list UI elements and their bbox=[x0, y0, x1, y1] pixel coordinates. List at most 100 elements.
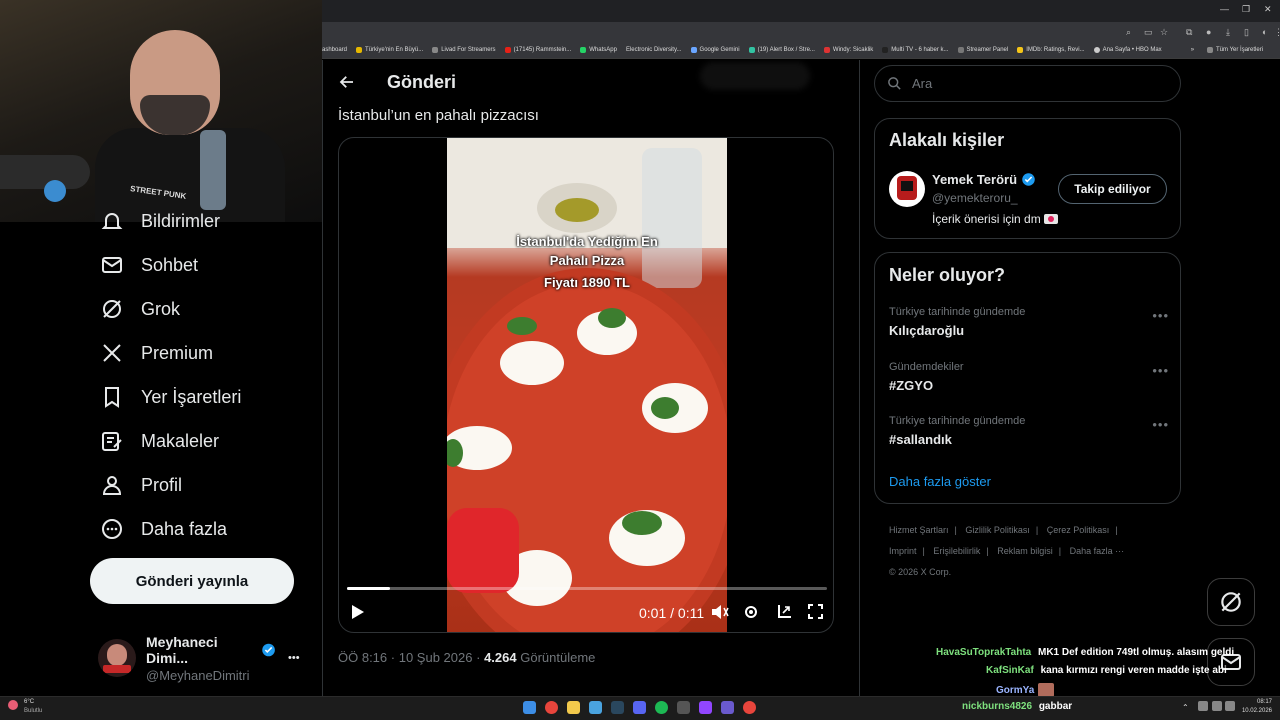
play-icon[interactable] bbox=[351, 604, 365, 623]
trend-item[interactable]: Türkiye tarihinde gündemde #sallandık ••… bbox=[889, 415, 1169, 447]
discord-icon[interactable] bbox=[633, 701, 646, 714]
volume-icon[interactable] bbox=[711, 604, 729, 623]
webcam-overlay: STREET PUNK bbox=[0, 0, 322, 222]
nav-chat[interactable]: Sohbet bbox=[100, 250, 198, 280]
bookmark-item[interactable]: (17145) Rammstein... bbox=[504, 47, 571, 53]
pip-icon[interactable] bbox=[776, 604, 792, 623]
avatar[interactable] bbox=[889, 171, 925, 207]
nav-grok[interactable]: Grok bbox=[100, 294, 180, 324]
profile-icon[interactable]: ● bbox=[1206, 27, 1211, 37]
tray-icon[interactable] bbox=[1198, 701, 1208, 711]
download-icon[interactable]: ⤓ bbox=[1226, 27, 1230, 38]
tray-chevron-icon[interactable]: ⌃ bbox=[1182, 703, 1189, 712]
page-title: Gönderi bbox=[387, 72, 457, 92]
steam-icon[interactable] bbox=[611, 701, 624, 714]
back-arrow-icon[interactable] bbox=[338, 73, 356, 96]
bookmark-item[interactable]: Multi TV - 6 haber k... bbox=[882, 47, 949, 53]
meta-separator: · bbox=[390, 650, 396, 665]
nav-notifications[interactable]: Bildirimler bbox=[100, 206, 220, 236]
footer-link[interactable]: Gizlilik Politikası bbox=[965, 525, 1030, 535]
account-name: Meyhaneci Dimi... bbox=[146, 633, 218, 666]
footer-link[interactable]: Imprint bbox=[889, 546, 917, 556]
nav-articles[interactable]: Makaleler bbox=[100, 426, 219, 456]
spotify-icon[interactable] bbox=[655, 701, 668, 714]
footer-link[interactable]: Daha fazla ··· bbox=[1070, 546, 1125, 556]
tweet-date[interactable]: 10 Şub 2026 bbox=[399, 650, 473, 665]
messages-fab[interactable] bbox=[1207, 638, 1255, 686]
nav-profile[interactable]: Profil bbox=[100, 470, 182, 500]
cast-icon[interactable]: ▭ bbox=[1144, 27, 1153, 38]
video-progress-track[interactable] bbox=[347, 587, 827, 590]
trend-item[interactable]: Gündemdekiler #ZGYO ••• bbox=[889, 361, 1169, 393]
app-icon[interactable] bbox=[721, 701, 734, 714]
app-icon[interactable] bbox=[589, 701, 602, 714]
weather-icon[interactable] bbox=[8, 700, 18, 710]
post-button[interactable]: Gönderi yayınla bbox=[90, 558, 294, 604]
twitch-icon[interactable] bbox=[699, 701, 712, 714]
footer-link[interactable]: Hizmet Şartları bbox=[889, 525, 949, 535]
card-title: Neler oluyor? bbox=[889, 265, 1006, 285]
nav-label: Yer İşaretleri bbox=[141, 386, 242, 407]
related-handle: @yemekteroru_ bbox=[932, 191, 1018, 205]
account-icon[interactable]: ◐ bbox=[1262, 27, 1267, 37]
minimize-icon[interactable]: — bbox=[1220, 4, 1229, 14]
trend-more-icon[interactable]: ••• bbox=[1152, 308, 1169, 323]
all-bookmarks[interactable]: Tüm Yer İşaretleri bbox=[1207, 47, 1263, 53]
nav-more[interactable]: Daha fazla bbox=[100, 514, 227, 544]
bookmark-item[interactable]: Streamer Panel bbox=[957, 47, 1008, 53]
extensions-icon[interactable]: ⧉ bbox=[1186, 27, 1192, 38]
trend-more-icon[interactable]: ••• bbox=[1152, 417, 1169, 432]
video-player[interactable]: İstanbul'da Yediğim En Pahalı Pizza Fiya… bbox=[338, 137, 834, 633]
love-letter-icon bbox=[1043, 214, 1058, 224]
header-blur bbox=[700, 62, 810, 90]
bookmark-item[interactable]: Google Gemini bbox=[690, 47, 740, 53]
bookmarks-bar: ashboard Türkiye'nin En Büyü... Livad Fo… bbox=[322, 42, 1280, 59]
video-time: 0:01 / 0:11 bbox=[639, 605, 705, 621]
tweet-time[interactable]: ÖÖ 8:16 bbox=[338, 650, 387, 665]
bookmark-overflow-icon[interactable]: » bbox=[1191, 47, 1194, 53]
app-icon[interactable] bbox=[743, 701, 756, 714]
footer-link[interactable]: Erişilebilirlik bbox=[933, 546, 980, 556]
bookmark-item[interactable]: ashboard bbox=[322, 47, 347, 53]
maximize-icon[interactable]: ❐ bbox=[1242, 4, 1250, 15]
file-explorer-icon[interactable] bbox=[567, 701, 580, 714]
bookmark-item[interactable]: WhatsApp bbox=[580, 47, 617, 53]
network-icon[interactable] bbox=[1212, 701, 1222, 711]
zoom-icon[interactable]: ⌕ bbox=[1126, 27, 1131, 38]
settings-gear-icon[interactable] bbox=[743, 604, 759, 623]
account-more-icon[interactable]: ••• bbox=[288, 652, 300, 664]
show-more-link[interactable]: Daha fazla göster bbox=[889, 474, 991, 489]
nav-bookmarks[interactable]: Yer İşaretleri bbox=[100, 382, 241, 412]
trend-item[interactable]: Türkiye tarihinde gündemde Kılıçdaroğlu … bbox=[889, 306, 1169, 338]
weather-label: Bulutlu bbox=[24, 708, 43, 714]
footer-link[interactable]: Reklam bilgisi bbox=[997, 546, 1053, 556]
windows-start-icon[interactable] bbox=[523, 701, 536, 714]
bookmark-item[interactable]: (19) Alert Box / Stre... bbox=[748, 47, 815, 53]
star-icon[interactable]: ☆ bbox=[1160, 27, 1168, 38]
bookmark-item[interactable]: Windy: Sicaklik bbox=[823, 47, 873, 53]
bookmark-item[interactable]: Livad For Streamers bbox=[432, 47, 496, 53]
grok-fab[interactable] bbox=[1207, 578, 1255, 626]
bookmark-item[interactable]: Türkiye'nin En Büyü... bbox=[356, 47, 423, 53]
footer-link[interactable]: Çerez Politikası bbox=[1047, 525, 1110, 535]
trend-more-icon[interactable]: ••• bbox=[1152, 363, 1169, 378]
clock-time[interactable]: 08:17 bbox=[1242, 699, 1272, 705]
related-name[interactable]: Yemek Terörü bbox=[932, 172, 1017, 187]
mail-icon bbox=[102, 257, 122, 273]
clock-date[interactable]: 10.02.2026 bbox=[1240, 708, 1272, 714]
nav-premium[interactable]: Premium bbox=[100, 338, 213, 368]
fullscreen-icon[interactable] bbox=[808, 604, 823, 622]
search-placeholder: Ara bbox=[912, 76, 933, 91]
bookmark-item[interactable]: Ana Sayfa • HBO Max bbox=[1093, 47, 1162, 53]
following-button[interactable]: Takip ediliyor bbox=[1058, 174, 1167, 204]
menu-icon[interactable]: ⋮ bbox=[1274, 27, 1280, 38]
app-icon[interactable] bbox=[677, 701, 690, 714]
split-icon[interactable]: ▯ bbox=[1244, 27, 1249, 38]
account-switcher[interactable]: Meyhaneci Dimi... @MeyhaneDimitri ••• bbox=[98, 633, 318, 683]
close-icon[interactable]: ✕ bbox=[1264, 4, 1272, 15]
volume-tray-icon[interactable] bbox=[1225, 701, 1235, 711]
bookmark-item[interactable]: Electronic Diversity... bbox=[626, 47, 682, 53]
search-input[interactable]: Ara bbox=[874, 65, 1181, 102]
chrome-icon[interactable] bbox=[545, 701, 558, 714]
bookmark-item[interactable]: IMDb: Ratings, Revi... bbox=[1017, 47, 1085, 53]
